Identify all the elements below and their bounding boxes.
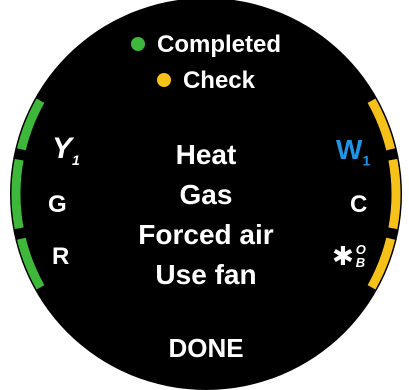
- terminal-y1-letter: Y: [52, 132, 73, 165]
- legend-check-label: Check: [182, 67, 256, 94]
- terminal-c-letter: C: [350, 191, 368, 218]
- terminal-w1: W1: [336, 134, 370, 168]
- check-dot-icon: [156, 73, 171, 87]
- ring-segment-left-1: [11, 158, 24, 230]
- legend-completed: Completed: [10, 30, 402, 60]
- summary-line-gas: Gas: [179, 179, 233, 210]
- completed-dot-icon: [130, 37, 145, 51]
- terminal-y1-sub: 1: [72, 152, 80, 168]
- ring-segment-right-1: [388, 158, 401, 230]
- terminal-c: C: [350, 191, 367, 219]
- system-summary: Heat Gas Forced air Use fan: [106, 135, 306, 295]
- terminal-r: R: [52, 243, 69, 271]
- asterisk-icon: ✱: [332, 241, 354, 271]
- ring-segment-right-2: [367, 237, 396, 290]
- summary-line-heat: Heat: [175, 139, 237, 170]
- terminal-ob-sub: B: [355, 254, 366, 270]
- summary-line-forced-air: Forced air: [138, 219, 274, 250]
- terminal-r-letter: R: [52, 243, 70, 270]
- terminal-y1: Y1: [52, 132, 80, 168]
- summary-line-use-fan: Use fan: [155, 259, 257, 290]
- terminal-ob: ✱ O B: [332, 241, 366, 270]
- done-button[interactable]: DONE: [151, 328, 261, 368]
- legend-completed-label: Completed: [156, 31, 281, 58]
- terminal-g-letter: G: [48, 191, 67, 218]
- legend-check: Check: [10, 66, 402, 96]
- terminal-ob-sup: O: [355, 241, 366, 257]
- ring-segment-right-0: [367, 98, 396, 151]
- terminal-w1-letter: W: [336, 134, 363, 165]
- terminal-w1-sub: 1: [362, 152, 371, 169]
- ring-segment-left-2: [16, 237, 45, 290]
- ring-segment-left-0: [16, 98, 45, 151]
- terminal-g: G: [48, 191, 67, 219]
- thermostat-screen: Completed Check Heat Gas Forced air Use …: [10, 0, 402, 390]
